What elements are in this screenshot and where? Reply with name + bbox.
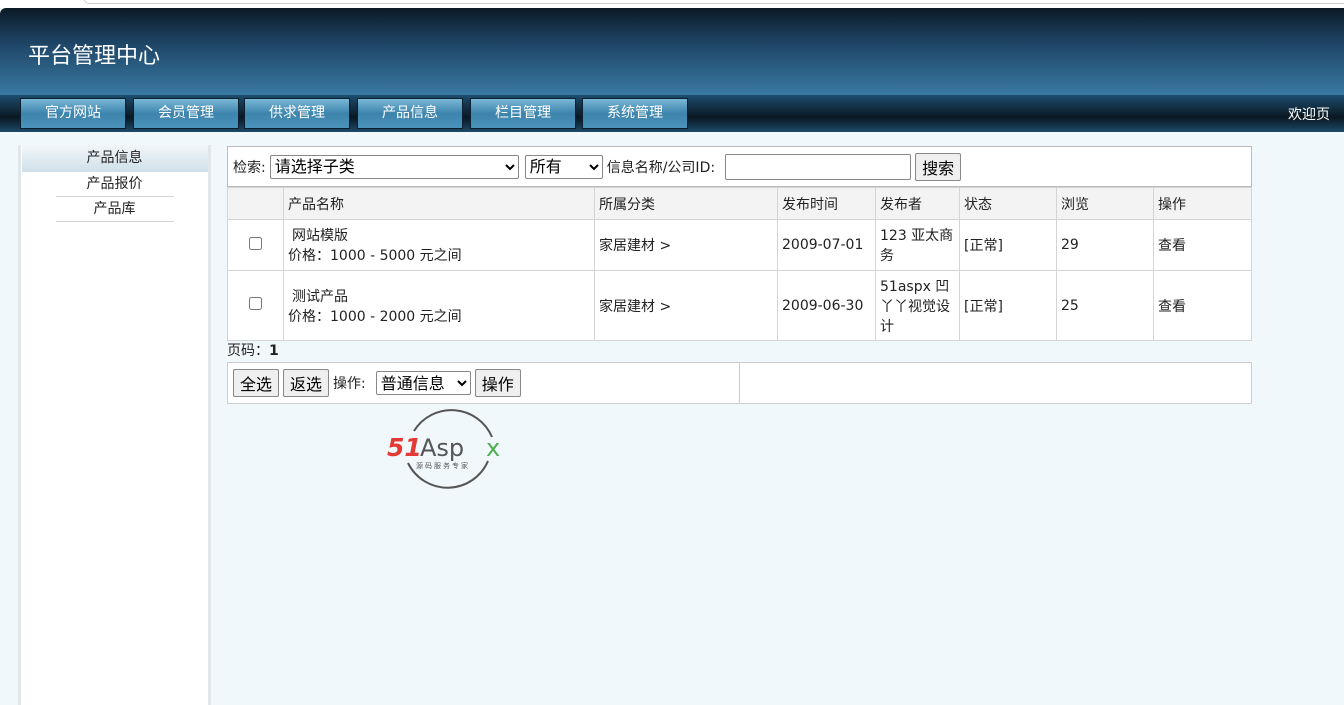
row-checkbox[interactable] (249, 236, 262, 250)
publisher: 51aspx 凹丫丫视觉设计 (875, 270, 960, 341)
pager: 页码：1 (227, 341, 1252, 362)
ops-label: 操作: (333, 376, 366, 392)
sidebar-item-product-library[interactable]: 产品库 (55, 197, 174, 222)
svg-text:Asp: Asp (420, 434, 464, 462)
select-all-button[interactable]: 全选 (233, 369, 280, 397)
pager-label: 页码： (227, 343, 269, 359)
svg-text:x: x (486, 434, 500, 462)
main-content: 检索: 请选择子类 所有 信息名称/公司ID: 搜索 产品名称 所属分类 发布时… (227, 146, 1252, 404)
sidebar: 产品信息 产品报价 产品库 (18, 145, 211, 705)
row-checkbox[interactable] (249, 297, 262, 310)
sidebar-item-product-info[interactable]: 产品信息 (21, 145, 208, 172)
col-publisher: 发布者 (875, 187, 960, 220)
nav-products[interactable]: 产品信息 (357, 98, 463, 129)
svg-text:源码服务专家: 源码服务专家 (416, 461, 470, 470)
nav-supply-demand[interactable]: 供求管理 (244, 98, 350, 129)
col-check (227, 187, 284, 220)
address-bar (84, 0, 1344, 4)
svg-text:51: 51 (387, 433, 422, 462)
bulk-ops: 全选 返选 操作: 普通信息 操作 (227, 362, 1252, 404)
table-header: 产品名称 所属分类 发布时间 发布者 状态 浏览 操作 (227, 187, 1252, 220)
nav-official-site[interactable]: 官方网站 (20, 98, 126, 129)
col-status: 状态 (959, 187, 1057, 220)
search-button[interactable]: 搜索 (915, 152, 962, 181)
publish-date: 2009-06-30 (777, 270, 876, 341)
status: [正常] (959, 219, 1057, 271)
publish-date: 2009-07-01 (777, 219, 876, 271)
publisher: 123 亚太商务 (875, 219, 960, 271)
col-date: 发布时间 (777, 187, 876, 220)
col-name: 产品名称 (283, 187, 595, 220)
browser-strip (0, 0, 1344, 8)
col-category: 所属分类 (594, 187, 778, 220)
page-title: 平台管理中心 (28, 44, 161, 69)
search-bar: 检索: 请选择子类 所有 信息名称/公司ID: 搜索 (227, 146, 1252, 187)
product-name[interactable]: 网站模版 (288, 225, 590, 245)
product-name[interactable]: 测试产品 (288, 286, 590, 306)
nav-system[interactable]: 系统管理 (582, 98, 688, 129)
col-views: 浏览 (1056, 187, 1154, 220)
invert-selection-button[interactable]: 返选 (283, 369, 330, 397)
name-label: 信息名称/公司ID: (606, 159, 716, 176)
table-row: 测试产品价格：1000 - 2000 元之间 家居建材 > 2009-06-30… (227, 270, 1252, 341)
search-label: 检索: (233, 159, 266, 176)
search-input[interactable] (725, 153, 912, 180)
table-row: 网站模版价格：1000 - 5000 元之间 家居建材 > 2009-07-01… (227, 219, 1252, 271)
status: [正常] (959, 270, 1057, 341)
51aspx-logo: 51 Asp x 源码服务专家 (384, 401, 514, 500)
product-price: 价格：1000 - 2000 元之间 (288, 308, 462, 325)
welcome-link[interactable]: 欢迎页 (1288, 104, 1330, 124)
nav-members[interactable]: 会员管理 (133, 98, 239, 129)
product-category: 家居建材 > (594, 270, 778, 341)
op-type-select[interactable]: 普通信息 (375, 371, 471, 395)
top-nav: 官方网站 会员管理 供求管理 产品信息 栏目管理 系统管理 欢迎页 (0, 95, 1344, 132)
view-link[interactable]: 查看 (1153, 270, 1252, 341)
views: 29 (1056, 219, 1154, 271)
product-table: 产品名称 所属分类 发布时间 发布者 状态 浏览 操作 网站模版价格：1000 … (227, 187, 1252, 341)
page-number[interactable]: 1 (269, 343, 279, 359)
product-price: 价格：1000 - 5000 元之间 (288, 248, 462, 264)
nav-columns[interactable]: 栏目管理 (470, 98, 576, 129)
product-category: 家居建材 > (594, 219, 778, 271)
scope-select[interactable]: 所有 (524, 154, 603, 179)
view-link[interactable]: 查看 (1153, 219, 1252, 271)
apply-op-button[interactable]: 操作 (474, 369, 521, 397)
col-action: 操作 (1153, 187, 1252, 220)
category-select[interactable]: 请选择子类 (269, 154, 519, 179)
views: 25 (1056, 270, 1154, 341)
sidebar-item-product-quote[interactable]: 产品报价 (55, 172, 174, 197)
header: 平台管理中心 (0, 8, 1344, 96)
